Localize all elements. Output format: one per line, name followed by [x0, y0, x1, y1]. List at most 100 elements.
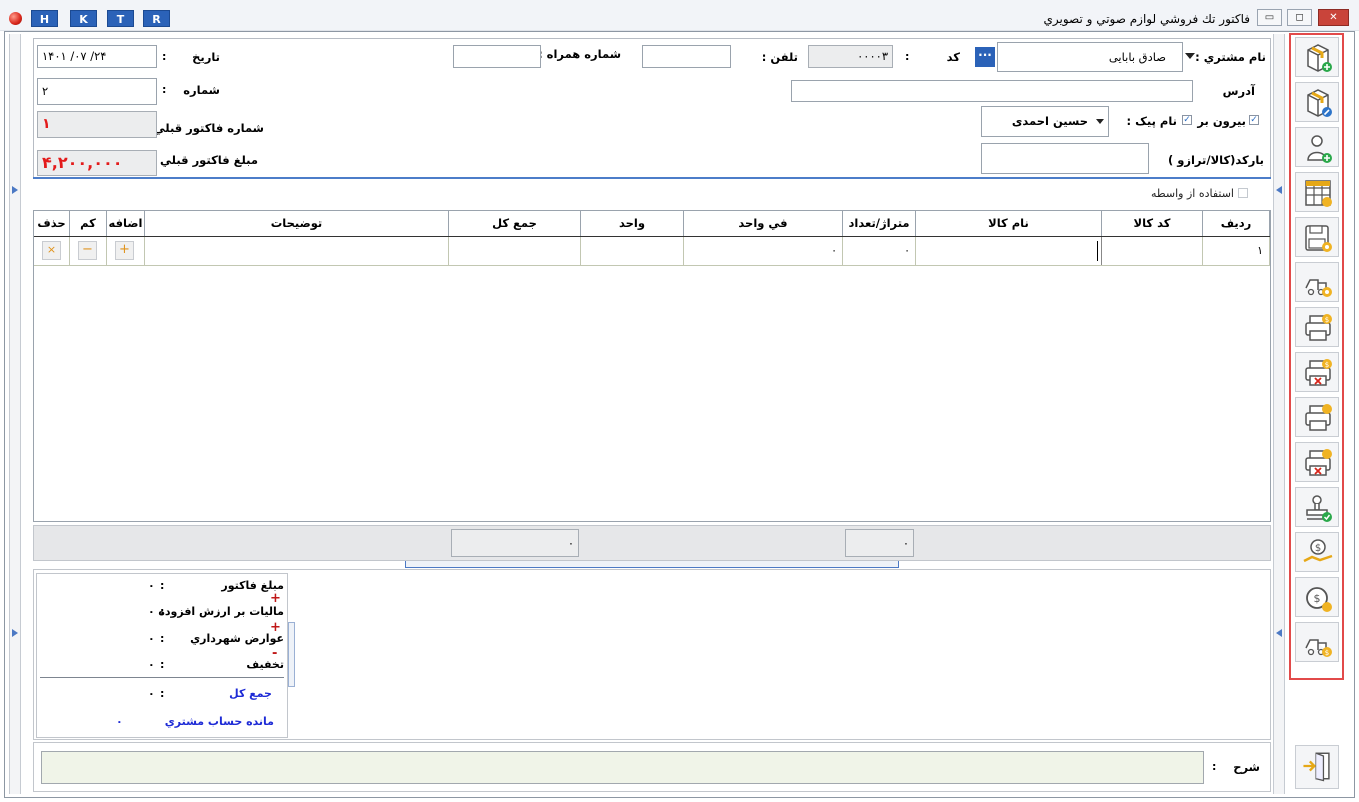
barcode-input[interactable] [981, 143, 1149, 174]
code-label: كد [946, 50, 960, 64]
add-row-button[interactable]: + [115, 241, 134, 260]
cell-unit-price[interactable]: ۰ [684, 237, 843, 265]
courier-checkbox[interactable]: ✓ [1182, 115, 1192, 125]
col-description: توضيحات [145, 211, 449, 236]
exit-door-icon[interactable] [1295, 745, 1339, 789]
prev-invoice-no-label: شماره فاكتور قبلي : [145, 121, 264, 135]
number-label: شماره [183, 83, 220, 97]
col-total: جمع كل [449, 211, 581, 236]
outgoing-label: بيرون بر [1197, 114, 1246, 128]
balance-value: ۰ [116, 715, 123, 728]
notes-input[interactable] [41, 751, 1204, 784]
address-input[interactable] [791, 80, 1193, 102]
prev-invoice-amount-field: ۴,۲۰۰,۰۰۰ [37, 150, 157, 176]
horizontal-splitter[interactable] [405, 561, 899, 568]
municipal-value: ۰ [148, 632, 155, 645]
svg-text:$: $ [1325, 361, 1329, 369]
phone-label: تلفن : [761, 50, 798, 64]
intermediary-label: استفاده از واسطه [1150, 187, 1234, 200]
svg-text:$: $ [1315, 543, 1321, 554]
intermediary-checkbox[interactable] [1238, 188, 1248, 198]
browse-customer-button[interactable]: ··· [975, 47, 995, 67]
colon: : [160, 579, 165, 592]
close-button[interactable]: ✕ [1318, 9, 1349, 26]
svg-text:$: $ [1314, 592, 1321, 605]
svg-text:$: $ [1325, 316, 1329, 324]
customer-name-input[interactable]: صادق بابایی [997, 42, 1183, 72]
colon: : [160, 658, 165, 671]
price-table-icon[interactable] [1295, 172, 1339, 212]
customer-name-label: نام مشتري : [1195, 50, 1266, 64]
col-unit-price: في واحد [684, 211, 843, 236]
new-invoice-icon[interactable] [1295, 37, 1339, 77]
print-alt-icon[interactable] [1295, 397, 1339, 437]
add-customer-icon[interactable] [1295, 127, 1339, 167]
date-colon: : [162, 50, 167, 63]
barcode-label: باركد(كالا/ترازو ) [1167, 153, 1264, 167]
cell-item-name[interactable] [916, 237, 1102, 265]
mobile-input[interactable] [453, 45, 541, 68]
delete-alt-icon[interactable] [1295, 442, 1339, 482]
courier-select[interactable]: حسین احمدی [981, 106, 1109, 137]
notes-label: شرح [1233, 760, 1260, 774]
mobile-label: شماره همراه : [538, 47, 621, 61]
cell-quantity[interactable]: ۰ [843, 237, 916, 265]
col-quantity: متراژ/تعداد [843, 211, 916, 236]
summary-box [36, 573, 288, 738]
outgoing-checkbox[interactable]: ✓ [1249, 115, 1259, 125]
minus-row-button[interactable]: − [78, 241, 97, 260]
summary-splitter[interactable] [288, 622, 295, 687]
cell-unit[interactable] [581, 237, 684, 265]
hotkey-r-button[interactable]: R [143, 10, 170, 27]
col-unit: واحد [581, 211, 684, 236]
code-field: ۰۰۰۰۳ [808, 45, 893, 68]
phone-input[interactable] [642, 45, 731, 68]
print-invoice-icon[interactable]: $ [1295, 307, 1339, 347]
total-label: جمع كل [229, 687, 272, 700]
sum-qty-field: ۰ [845, 529, 914, 557]
col-minus: كم [70, 211, 107, 236]
edit-invoice-icon[interactable] [1295, 82, 1339, 122]
municipal-label: عوارض شهرداري [190, 632, 284, 645]
colon: : [160, 605, 165, 618]
coin-exchange-icon[interactable]: $ [1295, 577, 1339, 617]
left-splitter[interactable] [9, 34, 21, 794]
hotkey-k-button[interactable]: K [70, 10, 97, 27]
number-colon: : [162, 83, 167, 96]
header-divider [33, 177, 1271, 179]
totals-band [33, 525, 1271, 561]
colon: : [160, 687, 165, 700]
save-preview-icon[interactable] [1295, 217, 1339, 257]
delivery-preview-icon[interactable] [1295, 262, 1339, 302]
window-title: فاكتور تك فروشي لوازم صوتي و تصويري [1043, 12, 1250, 26]
courier-label: نام پيک : [1126, 114, 1177, 128]
code-colon: : [905, 50, 910, 63]
date-input[interactable]: ۱۴۰۱ /۰۷ /۲۴ [37, 45, 157, 68]
invoice-amount-value: ۰ [148, 579, 155, 592]
balance-label: مانده حساب مشتري [164, 715, 274, 728]
delete-print-icon[interactable]: $ [1295, 352, 1339, 392]
col-row-index: رديف [1203, 211, 1270, 236]
approve-stamp-icon[interactable] [1295, 487, 1339, 527]
hotkey-t-button[interactable]: T [107, 10, 134, 27]
cell-item-code[interactable] [1102, 237, 1203, 265]
number-input[interactable]: ۲ [37, 78, 157, 105]
delivery-cost-icon[interactable]: $ [1295, 622, 1339, 662]
items-grid: رديف كد كالا نام كالا متراژ/تعداد في واح… [33, 210, 1271, 522]
chevron-down-icon[interactable] [1096, 119, 1104, 124]
chevron-down-icon[interactable] [1185, 53, 1195, 59]
right-splitter[interactable] [1273, 34, 1285, 794]
col-add: اضافه [107, 211, 145, 236]
address-label: آدرس [1222, 84, 1255, 98]
hotkey-h-button[interactable]: H [31, 10, 58, 27]
delete-row-button[interactable]: × [42, 241, 61, 260]
payment-receive-icon[interactable]: $ [1295, 532, 1339, 572]
cell-description[interactable] [145, 237, 449, 265]
date-label: تاريخ [192, 50, 220, 64]
svg-text:$: $ [1325, 649, 1329, 657]
prev-invoice-amount-label: مبلغ فاكتور قبلي : [151, 153, 258, 167]
col-item-name: نام كالا [916, 211, 1102, 236]
maximize-button[interactable]: ◻ [1287, 9, 1312, 26]
summary-divider [40, 677, 284, 678]
minimize-button[interactable]: ▭ [1257, 9, 1282, 26]
